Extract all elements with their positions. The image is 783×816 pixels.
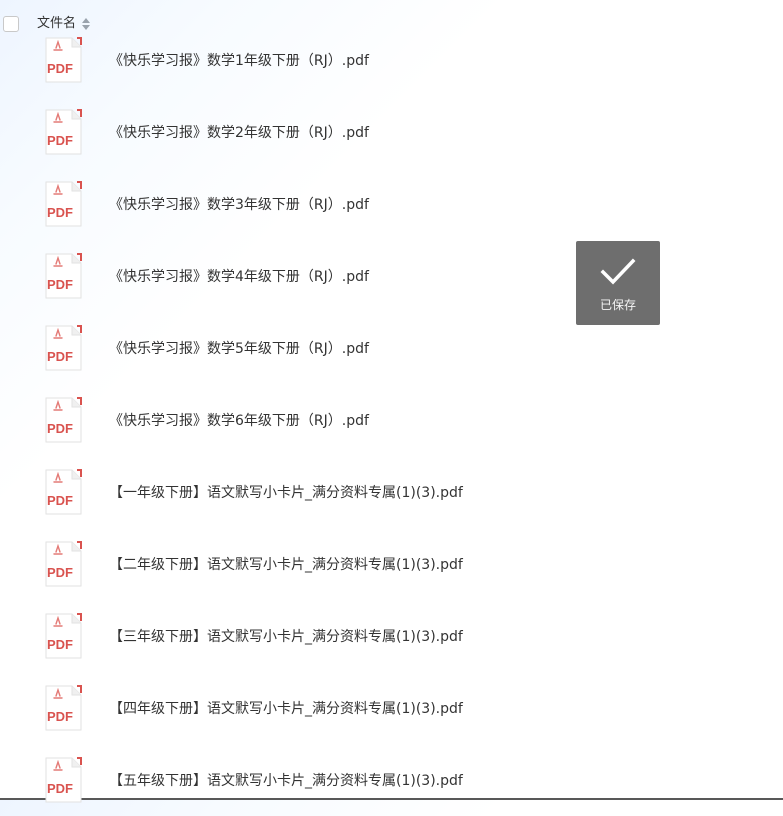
pdf-type-label: PDF [47,421,73,436]
file-row[interactable]: PDF 《快乐学习报》数学2年级下册（RJ）.pdf [0,96,783,168]
pdf-type-label: PDF [47,565,73,580]
saved-toast: 已保存 [576,241,660,325]
pdf-type-label: PDF [47,781,73,796]
pdf-file-icon: PDF [45,613,82,659]
pdf-file-icon: PDF [45,757,82,803]
file-row[interactable]: PDF 【二年级下册】语文默写小卡片_满分资料专属(1)(3).pdf [0,528,783,600]
pdf-type-label: PDF [47,709,73,724]
file-name[interactable]: 《快乐学习报》数学5年级下册（RJ）.pdf [109,312,369,384]
file-list: PDF 《快乐学习报》数学1年级下册（RJ）.pdf PDF 《快乐学习报》数学… [0,24,783,816]
file-row[interactable]: PDF 《快乐学习报》数学4年级下册（RJ）.pdf [0,240,783,312]
file-row[interactable]: PDF 【五年级下册】语文默写小卡片_满分资料专属(1)(3).pdf [0,744,783,816]
pdf-file-icon: PDF [45,181,82,227]
pdf-file-icon: PDF [45,109,82,155]
pdf-type-label: PDF [47,277,73,292]
file-row[interactable]: PDF 【四年级下册】语文默写小卡片_满分资料专属(1)(3).pdf [0,672,783,744]
pdf-file-icon: PDF [45,469,82,515]
file-name[interactable]: 《快乐学习报》数学6年级下册（RJ）.pdf [109,384,369,456]
file-name[interactable]: 《快乐学习报》数学3年级下册（RJ）.pdf [109,168,369,240]
file-name[interactable]: 【一年级下册】语文默写小卡片_满分资料专属(1)(3).pdf [109,456,463,528]
pdf-type-label: PDF [47,61,73,76]
pdf-file-icon: PDF [45,397,82,443]
file-list-header: 文件名 [0,0,783,48]
sort-icon[interactable] [82,17,91,31]
file-name[interactable]: 【五年级下册】语文默写小卡片_满分资料专属(1)(3).pdf [109,744,463,816]
pdf-type-label: PDF [47,133,73,148]
pdf-file-icon: PDF [45,541,82,587]
file-row[interactable]: PDF 《快乐学习报》数学6年级下册（RJ）.pdf [0,384,783,456]
toast-message: 已保存 [599,298,636,312]
pdf-type-label: PDF [47,637,73,652]
pdf-file-icon: PDF [45,685,82,731]
file-row[interactable]: PDF 《快乐学习报》数学3年级下册（RJ）.pdf [0,168,783,240]
file-name[interactable]: 【二年级下册】语文默写小卡片_满分资料专属(1)(3).pdf [109,528,463,600]
file-row[interactable]: PDF 【三年级下册】语文默写小卡片_满分资料专属(1)(3).pdf [0,600,783,672]
pdf-file-icon: PDF [45,253,82,299]
select-all-checkbox[interactable] [3,16,19,32]
file-name[interactable]: 【四年级下册】语文默写小卡片_满分资料专属(1)(3).pdf [109,672,463,744]
checkmark-icon [600,258,636,285]
file-row[interactable]: PDF 《快乐学习报》数学5年级下册（RJ）.pdf [0,312,783,384]
pdf-file-icon: PDF [45,325,82,371]
column-header-filename[interactable]: 文件名 [37,14,91,34]
pdf-type-label: PDF [47,349,73,364]
file-name[interactable]: 《快乐学习报》数学4年级下册（RJ）.pdf [109,240,369,312]
column-header-label: 文件名 [37,16,77,31]
file-name[interactable]: 《快乐学习报》数学2年级下册（RJ）.pdf [109,96,369,168]
file-row[interactable]: PDF 【一年级下册】语文默写小卡片_满分资料专属(1)(3).pdf [0,456,783,528]
file-name[interactable]: 【三年级下册】语文默写小卡片_满分资料专属(1)(3).pdf [109,600,463,672]
pdf-type-label: PDF [47,493,73,508]
pdf-type-label: PDF [47,205,73,220]
